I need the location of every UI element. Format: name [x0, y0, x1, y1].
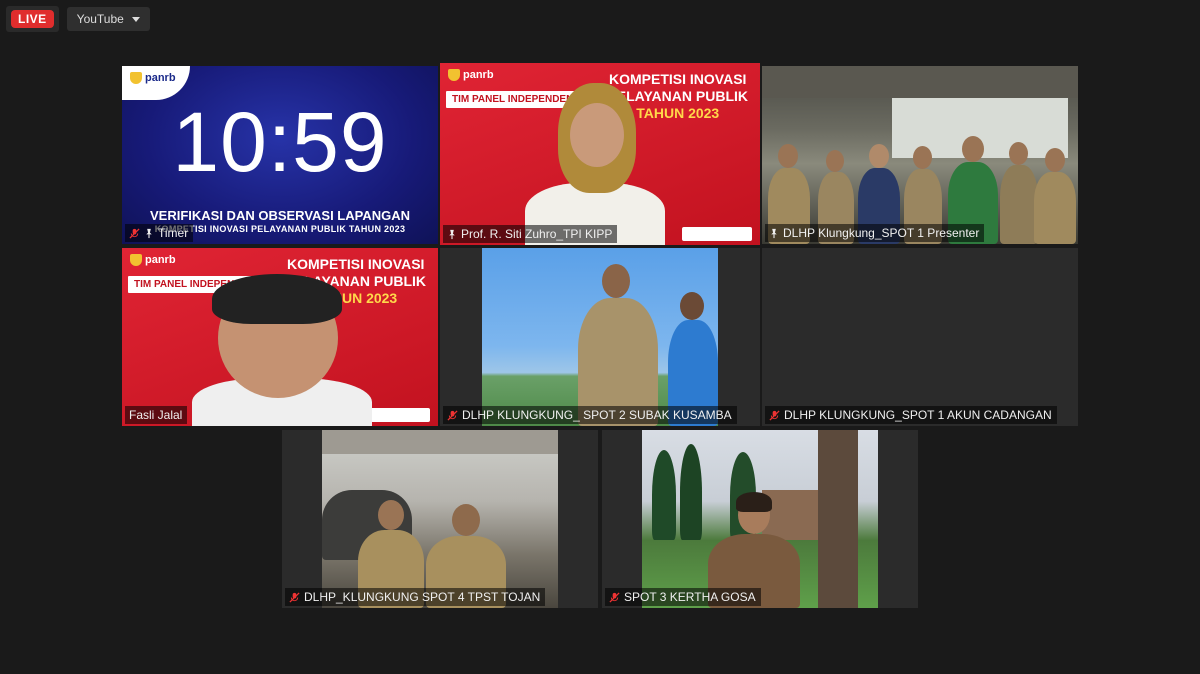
speaker-hair	[212, 274, 342, 324]
mic-off-icon	[769, 409, 780, 421]
video-area	[482, 248, 718, 426]
speaker-figure	[520, 75, 670, 245]
participant-name: DLHP_KLUNGKUNG SPOT 4 TPST TOJAN	[304, 590, 541, 604]
live-badge: LIVE	[11, 10, 54, 28]
video-tile-spot2[interactable]: DLHP KLUNGKUNG_ SPOT 2 SUBAK KUSAMBA	[440, 248, 760, 426]
video-area	[322, 430, 558, 608]
chevron-down-icon	[131, 16, 140, 22]
footer-logos	[682, 227, 752, 241]
garuda-icon	[130, 72, 142, 84]
top-bar: LIVE YouTube	[6, 6, 150, 32]
logo-text: panrb	[463, 69, 494, 81]
participant-name: DLHP KLUNGKUNG_ SPOT 2 SUBAK KUSAMBA	[462, 408, 732, 422]
platform-label: YouTube	[76, 12, 124, 26]
tree-trunk	[818, 430, 858, 608]
video-tile-timer[interactable]: panrb 10:59 VERIFIKASI DAN OBSERVASI LAP…	[122, 66, 438, 244]
attendee	[1000, 142, 1038, 244]
video-tile-fasli[interactable]: panrb KOMPETISI INOVASI PELAYANAN PUBLIK…	[122, 248, 438, 426]
video-area	[642, 430, 878, 608]
live-indicator: LIVE	[6, 6, 59, 32]
participant-name: DLHP KLUNGKUNG_SPOT 1 AKUN CADANGAN	[784, 408, 1052, 422]
participant-name: Prof. R. Siti Zuhro_TPI KIPP	[461, 227, 613, 241]
participant-name: Timer	[158, 226, 189, 240]
speaker-figure	[192, 274, 372, 426]
timer-subtitle: VERIFIKASI DAN OBSERVASI LAPANGAN	[149, 208, 411, 223]
video-tile-spot4[interactable]: DLHP_KLUNGKUNG SPOT 4 TPST TOJAN	[282, 430, 598, 608]
participant-label: Fasli Jalal	[125, 406, 188, 424]
video-tile-spot3[interactable]: SPOT 3 KERTHA GOSA	[602, 430, 918, 608]
logo-text: panrb	[145, 254, 176, 266]
video-tile-spot1-presenter[interactable]: DLHP Klungkung_SPOT 1 Presenter	[762, 66, 1078, 244]
participant-name: SPOT 3 KERTHA GOSA	[624, 590, 756, 604]
mic-off-icon	[609, 591, 620, 603]
logo-text: panrb	[145, 72, 176, 84]
participant-name: DLHP Klungkung_SPOT 1 Presenter	[783, 226, 980, 240]
tree	[680, 444, 702, 540]
video-tile-zuhro[interactable]: panrb KOMPETISI INOVASI PELAYANAN PUBLIK…	[440, 63, 760, 245]
participant-label: Timer	[125, 224, 194, 242]
attendee	[1034, 148, 1076, 244]
participant-label: SPOT 3 KERTHA GOSA	[605, 588, 761, 606]
hall-roof	[762, 66, 1078, 98]
platform-dropdown[interactable]: YouTube	[66, 7, 150, 31]
tree	[652, 450, 676, 540]
speaker-face	[570, 103, 624, 167]
pin-icon	[447, 229, 457, 240]
mic-off-icon	[129, 227, 140, 239]
garuda-icon	[448, 69, 460, 81]
participant-name: Fasli Jalal	[129, 408, 183, 422]
field-officer	[578, 264, 658, 426]
participant-label: DLHP Klungkung_SPOT 1 Presenter	[765, 224, 985, 242]
panrb-logo: panrb	[448, 69, 494, 81]
shed-roof	[322, 430, 558, 454]
video-tile-spot1-backup[interactable]: DLHP KLUNGKUNG_SPOT 1 AKUN CADANGAN	[762, 248, 1078, 426]
mic-off-icon	[447, 409, 458, 421]
garuda-icon	[130, 254, 142, 266]
pin-icon	[144, 228, 154, 239]
heading-line-1: KOMPETISI INOVASI	[287, 256, 425, 272]
panrb-logo: panrb	[130, 254, 176, 266]
participant-label: DLHP KLUNGKUNG_ SPOT 2 SUBAK KUSAMBA	[443, 406, 737, 424]
pin-icon	[769, 228, 779, 239]
participant-label: DLHP_KLUNGKUNG SPOT 4 TPST TOJAN	[285, 588, 546, 606]
participant-label: DLHP KLUNGKUNG_SPOT 1 AKUN CADANGAN	[765, 406, 1057, 424]
mic-off-icon	[289, 591, 300, 603]
timer-display: 10:59	[172, 95, 388, 189]
participant-label: Prof. R. Siti Zuhro_TPI KIPP	[443, 225, 618, 243]
